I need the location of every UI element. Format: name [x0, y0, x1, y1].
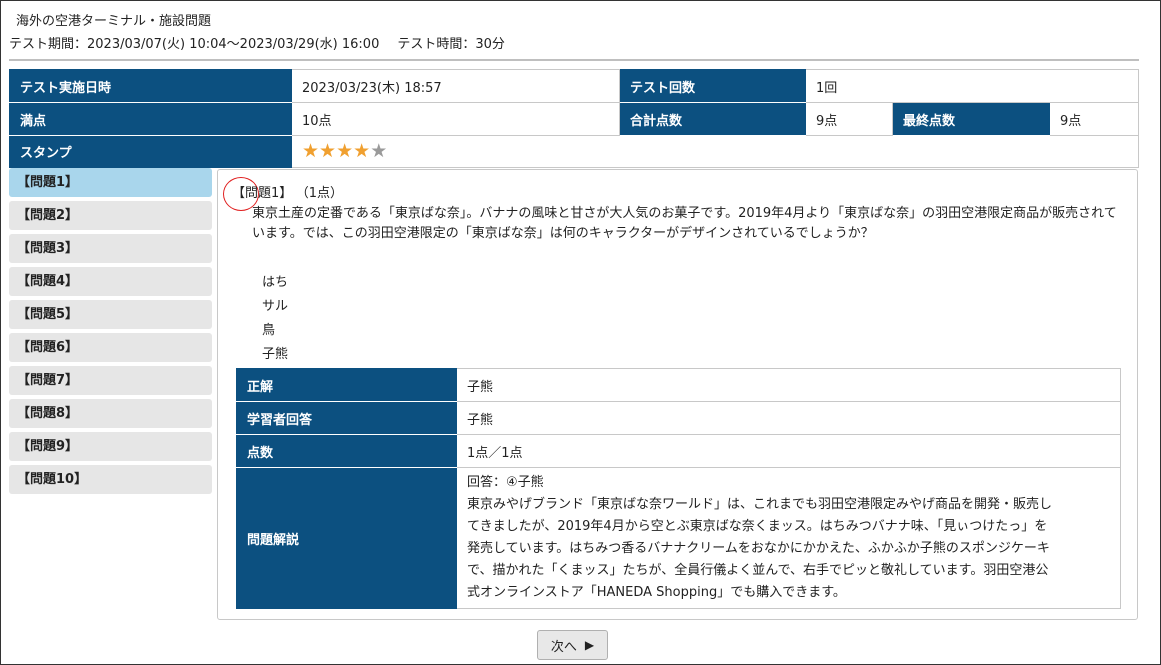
question-item-7[interactable]: 【問題7】	[9, 366, 212, 395]
final-score-value: 9点	[1049, 102, 1139, 136]
question-text: 東京土産の定番である「東京ばな奈」。バナナの風味と甘さが大人気のお菓子です。20…	[252, 206, 1117, 241]
test-count-label: テスト回数	[619, 69, 806, 103]
test-date-label: テスト実施日時	[9, 69, 292, 103]
next-button-label: 次へ	[550, 639, 577, 655]
question-item-2[interactable]: 【問題2】	[9, 201, 212, 230]
question-list: 【問題1】【問題2】【問題3】【問題4】【問題5】【問題6】【問題7】【問題8】…	[9, 168, 212, 498]
play-triangle-icon: ▶	[584, 638, 595, 652]
star-rating: ★★★★★	[302, 140, 387, 162]
question-item-10[interactable]: 【問題10】	[9, 465, 212, 494]
answer-table: 正解 子熊 学習者回答 子熊 点数 1点／1点 問題解説 回答：④子熊 東京みや…	[236, 368, 1121, 609]
star-filled-icon: ★	[302, 140, 320, 162]
next-button[interactable]: 次へ ▶	[537, 630, 608, 660]
question-item-9[interactable]: 【問題9】	[9, 432, 212, 461]
full-score-value: 10点	[291, 102, 620, 136]
learner-answer-value: 子熊	[456, 401, 1121, 435]
total-score-label: 合計点数	[619, 102, 806, 136]
explanation-label: 問題解説	[236, 467, 457, 609]
final-score-label: 最終点数	[892, 102, 1050, 136]
question-item-6[interactable]: 【問題6】	[9, 333, 212, 362]
question-item-8[interactable]: 【問題8】	[9, 399, 212, 428]
full-score-label: 満点	[9, 102, 292, 136]
star-filled-icon: ★	[336, 140, 354, 162]
question-item-1[interactable]: 【問題1】	[9, 168, 212, 197]
score-value: 1点／1点	[456, 434, 1121, 468]
question-item-3[interactable]: 【問題3】	[9, 234, 212, 263]
explanation-line: で、描かれた「くまッス」たちが、全員行儀よく並んで、右手でピッと敬礼しています。…	[467, 563, 1049, 578]
choice-list: はち サル 鳥 子熊	[262, 271, 288, 367]
correct-answer-value: 子熊	[456, 368, 1121, 402]
explanation-line: 東京みやげブランド「東京ばな奈ワールド」は、これまでも羽田空港限定みやげ商品を開…	[467, 497, 1053, 512]
choice-item: サル	[262, 299, 289, 314]
question-header: 【問題1】 （1点）	[232, 182, 343, 201]
star-filled-icon: ★	[353, 140, 371, 162]
star-empty-icon: ★	[370, 140, 388, 162]
test-period: テスト期間：2023/03/07(火) 10:04～2023/03/29(水) …	[9, 37, 380, 52]
question-panel: 【問題1】 （1点） 東京土産の定番である「東京ばな奈」。バナナの風味と甘さが大人…	[217, 169, 1138, 620]
score-label: 点数	[236, 434, 457, 468]
correct-answer-label: 正解	[236, 368, 457, 402]
choice-item: はち	[262, 275, 289, 290]
test-period-line: テスト期間：2023/03/07(火) 10:04～2023/03/29(水) …	[9, 33, 505, 52]
learner-answer-label: 学習者回答	[236, 401, 457, 435]
explanation-line: 式オンラインストア「HANEDA Shopping」でも購入できます。	[467, 585, 846, 600]
test-date-value: 2023/03/23(木) 18:57	[291, 69, 620, 103]
star-filled-icon: ★	[319, 140, 337, 162]
total-score-value: 9点	[805, 102, 893, 136]
question-item-5[interactable]: 【問題5】	[9, 300, 212, 329]
explanation-line: 発売しています。はちみつ香るバナナクリームをおなかにかかえた、ふかふか子熊のスポ…	[467, 541, 1050, 556]
choice-item: 子熊	[262, 347, 289, 362]
test-duration: テスト時間：30分	[397, 37, 505, 52]
header-divider	[9, 59, 1139, 61]
explanation-line: 回答：④子熊	[467, 475, 544, 490]
stamp-value: ★★★★★	[291, 135, 1139, 168]
question-points: （1点）	[302, 186, 344, 201]
explanation-line: てきましたが、2019年4月から空とぶ東京ばな奈くまッス。はちみつバナナ味、「見…	[467, 519, 1048, 534]
stamp-label: スタンプ	[9, 135, 292, 168]
test-title: 海外の空港ターミナル・施設問題	[16, 14, 212, 29]
question-title: 【問題1】	[232, 186, 293, 201]
test-info-table: テスト実施日時 2023/03/23(木) 18:57 テスト回数 1回 満点 …	[9, 69, 1139, 168]
question-item-4[interactable]: 【問題4】	[9, 267, 212, 296]
test-count-value: 1回	[805, 69, 1139, 103]
explanation-text: 回答：④子熊 東京みやげブランド「東京ばな奈ワールド」は、これまでも羽田空港限定…	[456, 467, 1121, 609]
choice-item: 鳥	[262, 323, 276, 338]
